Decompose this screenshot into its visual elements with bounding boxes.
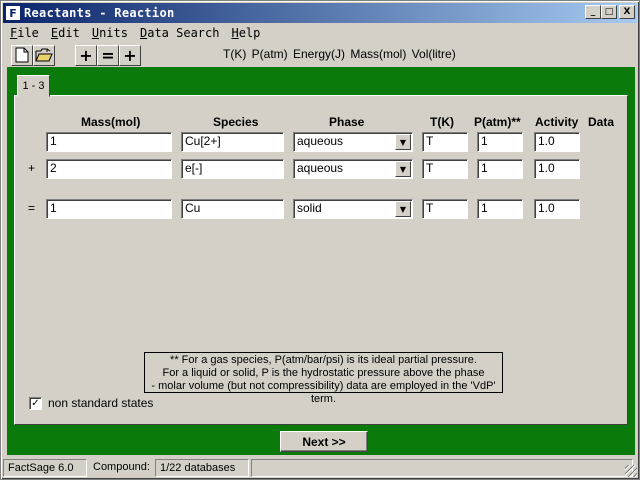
status-compound-label: Compound: [93,461,150,473]
add-reactant-button[interactable]: + [75,44,97,66]
note-line: For a liquid or solid, P is the hydrosta… [162,367,485,379]
status-app: FactSage 6.0 [3,459,87,477]
status-databases: 1/22 databases [155,459,249,477]
open-folder-button[interactable] [33,44,55,66]
mass-input[interactable]: 2 [46,159,172,179]
tab-reactants[interactable]: 1 - 3 [17,75,50,97]
menu-bar: File Edit Units Data Search Help [4,24,266,42]
status-bar: FactSage 6.0 Compound: 1/22 databases [3,459,639,479]
phase-value: solid [297,201,322,215]
pressure-input[interactable]: 1 [477,132,523,152]
new-file-button[interactable] [11,44,33,66]
note-line: - molar volume (but not compressibility)… [151,380,496,405]
new-file-icon [15,47,29,63]
activity-input[interactable]: 1.0 [534,159,580,179]
row-sign: = [28,201,36,215]
resize-grip-icon[interactable] [625,465,637,477]
main-window: F Reactants - Reaction _ □ X File Edit U… [0,0,640,480]
temperature-input[interactable]: T [422,199,468,219]
note-line: ** For a gas species, P(atm/bar/psi) is … [170,354,477,366]
header-p: P(atm)** [474,115,521,129]
mass-input[interactable]: 1 [46,132,172,152]
window-controls: _ □ X [585,5,635,19]
species-input[interactable]: Cu[2+] [181,132,284,152]
non-standard-states-checkbox[interactable]: ✓ [29,396,42,410]
mass-input[interactable]: 1 [46,199,172,219]
temperature-input[interactable]: T [422,132,468,152]
units-display[interactable]: T(K) P(atm) Energy(J) Mass(mol) Vol(litr… [223,47,456,61]
menu-help[interactable]: Help [225,26,266,40]
toolbar: + = + [11,44,141,66]
app-icon[interactable]: F [6,6,20,20]
maximize-button[interactable]: □ [601,5,617,19]
menu-units[interactable]: Units [86,26,134,40]
pressure-note: ** For a gas species, P(atm/bar/psi) is … [144,352,503,405]
title-bar[interactable]: F Reactants - Reaction _ □ X [3,3,637,23]
menu-file[interactable]: File [4,26,45,40]
header-activity: Activity [535,115,579,129]
open-folder-icon [35,48,53,62]
pressure-input[interactable]: 1 [477,199,523,219]
header-data: Data [588,115,615,129]
status-blank [251,459,633,477]
phase-value: aqueous [297,134,344,148]
non-standard-states-option[interactable]: ✓ non standard states [29,396,153,410]
menu-edit[interactable]: Edit [45,26,86,40]
window-title: Reactants - Reaction [24,6,175,20]
phase-select[interactable]: solid ▼ [293,199,413,219]
header-mass: Mass(mol) [81,115,141,129]
minimize-button[interactable]: _ [585,5,601,19]
phase-value: aqueous [297,161,344,175]
activity-input[interactable]: 1.0 [534,132,580,152]
next-button[interactable]: Next >> [280,431,368,452]
pressure-input[interactable]: 1 [477,159,523,179]
phase-select[interactable]: aqueous ▼ [293,159,413,179]
menu-data-search[interactable]: Data Search [134,26,225,40]
close-button[interactable]: X [619,5,635,19]
header-species: Species [213,115,259,129]
row-sign: + [28,161,36,175]
species-input[interactable]: Cu [181,199,284,219]
header-t: T(K) [430,115,454,129]
chevron-down-icon[interactable]: ▼ [395,161,411,177]
chevron-down-icon[interactable]: ▼ [395,201,411,217]
activity-input[interactable]: 1.0 [534,199,580,219]
equals-button[interactable]: = [97,44,119,66]
checkbox-label: non standard states [48,396,154,410]
phase-select[interactable]: aqueous ▼ [293,132,413,152]
species-input[interactable]: e[-] [181,159,284,179]
header-phase: Phase [329,115,365,129]
temperature-input[interactable]: T [422,159,468,179]
add-product-button[interactable]: + [119,44,141,66]
chevron-down-icon[interactable]: ▼ [395,134,411,150]
